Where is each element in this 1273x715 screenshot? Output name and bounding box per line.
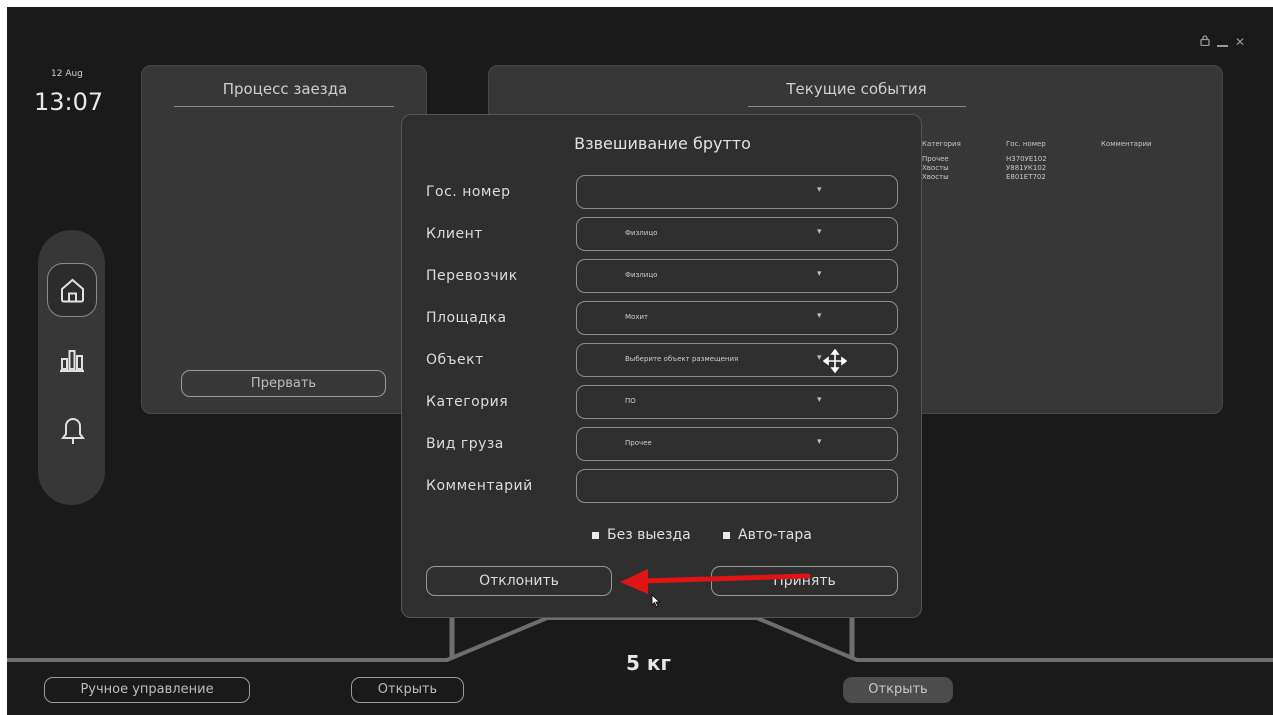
minimize-button[interactable] <box>1217 45 1228 47</box>
auto-tare-checkbox[interactable]: Авто-тара <box>723 527 812 543</box>
carrier-select[interactable]: Физлицо ▾ <box>576 259 898 293</box>
events-panel-title: Текущие события <box>786 80 927 98</box>
object-select[interactable]: Выберите объект размещения ▾ <box>576 343 898 377</box>
divider <box>174 106 394 107</box>
column-header-category: Категория <box>922 140 961 148</box>
dialog-title: Взвешивание брутто <box>574 134 751 153</box>
lock-icon[interactable] <box>1200 35 1210 49</box>
plate-select[interactable]: ▾ <box>576 175 898 209</box>
table-cell-plate: Е801ЕТ702 <box>1006 173 1046 181</box>
process-panel: Процесс заезда Прервать <box>141 65 427 414</box>
checkbox-label: Без выезда <box>607 527 691 543</box>
chevron-down-icon: ▾ <box>817 353 822 363</box>
abort-button[interactable]: Прервать <box>181 370 386 397</box>
column-header-comments: Комментарии <box>1101 140 1152 148</box>
field-value: ПО <box>625 397 636 405</box>
clock-time: 13:07 <box>34 88 104 116</box>
table-cell-plate: У881УК102 <box>1006 164 1047 172</box>
field-value: Прочее <box>625 439 652 447</box>
field-label-client: Клиент <box>426 226 483 242</box>
process-panel-title: Процесс заезда <box>222 80 348 98</box>
client-select[interactable]: Физлицо ▾ <box>576 217 898 251</box>
chevron-down-icon: ▾ <box>817 185 822 195</box>
nav-home-button[interactable] <box>47 263 97 317</box>
field-label-comment: Комментарий <box>426 478 533 494</box>
table-cell-plate: Н370УЕ102 <box>1006 155 1047 163</box>
table-cell-category: Хвосты <box>922 173 949 181</box>
chevron-down-icon: ▾ <box>817 227 822 237</box>
field-label-carrier: Перевозчик <box>426 268 518 284</box>
open-left-button[interactable]: Открыть <box>351 677 464 703</box>
field-value: Физлицо <box>625 229 658 237</box>
chevron-down-icon: ▾ <box>817 437 822 447</box>
table-cell-category: Прочее <box>922 155 949 163</box>
field-value: Мохит <box>625 313 649 321</box>
divider <box>748 106 966 107</box>
decline-button[interactable]: Отклонить <box>426 566 612 596</box>
site-select[interactable]: Мохит ▾ <box>576 301 898 335</box>
clock-date: 12 Aug <box>51 69 83 79</box>
weight-display: 5 кг <box>626 651 671 675</box>
chevron-down-icon: ▾ <box>817 269 822 279</box>
comment-input[interactable] <box>576 469 898 503</box>
nav-notifications-button[interactable] <box>60 416 86 446</box>
home-icon <box>61 278 84 303</box>
bell-icon <box>61 417 85 444</box>
no-exit-checkbox[interactable]: Без выезда <box>592 527 691 543</box>
field-label-site: Площадка <box>426 310 507 326</box>
field-label-object: Объект <box>426 352 484 368</box>
chevron-down-icon: ▾ <box>817 395 822 405</box>
gross-weighing-dialog: Взвешивание брутто Гос. номер ▾ Клиент Ф… <box>401 114 922 618</box>
category-select[interactable]: ПО ▾ <box>576 385 898 419</box>
column-header-plate: Гос. номер <box>1006 140 1046 148</box>
field-label-plate: Гос. номер <box>426 184 511 200</box>
cargo-type-select[interactable]: Прочее ▾ <box>576 427 898 461</box>
chevron-down-icon: ▾ <box>817 311 822 321</box>
bar-chart-icon <box>60 350 84 372</box>
manual-control-button[interactable]: Ручное управление <box>44 677 250 703</box>
mouse-pointer-icon <box>651 594 661 608</box>
checkbox-square <box>592 531 599 539</box>
nav-statistics-button[interactable] <box>59 347 85 373</box>
field-label-cargo-type: Вид груза <box>426 436 504 452</box>
field-value: Выберите объект размещения <box>625 355 739 363</box>
close-button[interactable]: ✕ <box>1235 35 1245 49</box>
red-arrow-annotation <box>620 569 811 594</box>
table-cell-category: Хвосты <box>922 164 949 172</box>
scale-app-window: ✕ 12 Aug 13:07 Процесс заезда Прервать Т… <box>7 7 1273 715</box>
open-right-button[interactable]: Открыть <box>843 677 953 703</box>
move-cursor-icon <box>823 349 847 373</box>
field-label-category: Категория <box>426 394 509 410</box>
checkbox-square <box>723 531 730 539</box>
checkbox-label: Авто-тара <box>738 527 812 543</box>
field-value: Физлицо <box>625 271 658 279</box>
